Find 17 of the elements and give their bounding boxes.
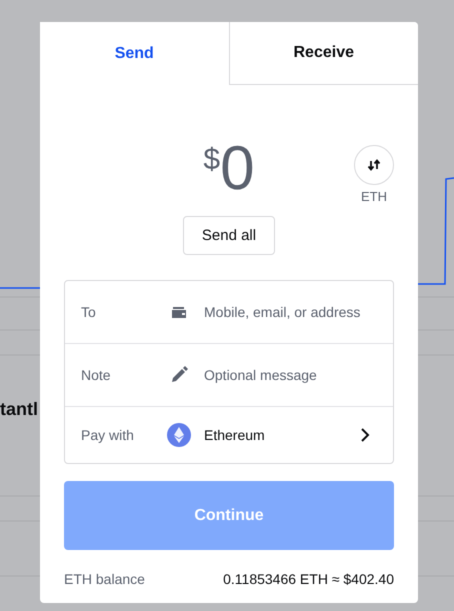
balance-label: ETH balance xyxy=(64,571,145,587)
field-label: To xyxy=(81,304,97,320)
ethereum-coin-icon xyxy=(167,423,191,447)
recipient-field[interactable]: Mobile, email, or address xyxy=(204,304,377,320)
swap-arrows-icon xyxy=(367,158,381,172)
currency-label: ETH xyxy=(361,189,387,204)
field-label: Pay with xyxy=(81,427,135,443)
balance-value: 0.11853466 ETH ≈ $402.40 xyxy=(223,571,394,587)
send-all-button[interactable]: Send all xyxy=(183,216,275,255)
currency-symbol: $ xyxy=(203,143,220,177)
tab[interactable]: Receive xyxy=(228,22,418,85)
selected-asset[interactable]: Ethereum xyxy=(204,427,357,443)
currency-toggle-button[interactable] xyxy=(354,145,394,185)
asset-heading: tantl xyxy=(0,399,38,420)
field-label: Note xyxy=(81,367,112,383)
amount-value: 0 xyxy=(220,137,255,201)
note-field[interactable]: Optional message xyxy=(204,367,377,383)
